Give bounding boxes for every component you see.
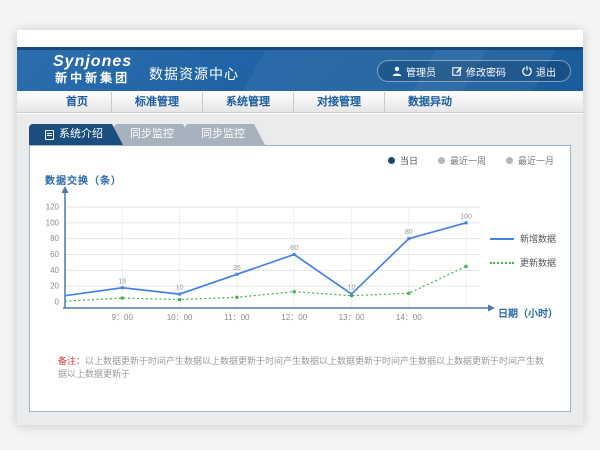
tab-bar: 系统介绍 同步监控 同步监控 [29, 124, 256, 145]
change-password-button[interactable]: 修改密码 [452, 64, 506, 79]
legend-line-solid [490, 238, 514, 240]
legend-item-new-data[interactable]: 新增数据 [490, 232, 556, 245]
range-option-label: 最近一月 [518, 154, 554, 167]
svg-text:80: 80 [405, 229, 413, 236]
svg-text:12：00: 12：00 [281, 313, 307, 322]
radio-icon [438, 157, 445, 164]
footnote: 备注：以上数据更新于时间产生数据以上数据更新于时间产生数据以上数据更新于时间产生… [58, 355, 550, 381]
current-user-button[interactable]: 管理员 [392, 64, 436, 79]
legend-label: 新增数据 [520, 232, 556, 245]
nav-item-integration[interactable]: 对接管理 [293, 92, 384, 112]
brand-logo-subtext: 新中新集团 [53, 71, 132, 86]
legend-line-dotted [490, 262, 514, 264]
svg-text:120: 120 [46, 203, 60, 212]
range-option-today[interactable]: 当日 [388, 154, 418, 167]
svg-text:100: 100 [460, 213, 472, 220]
content-area: 系统介绍 同步监控 同步监控 当日 最近一周 [17, 114, 583, 425]
main-nav: 首页 标准管理 系统管理 对接管理 数据异动 [17, 91, 583, 113]
y-axis-title: 数据交换（条） [45, 172, 122, 187]
edit-icon [452, 66, 462, 76]
change-password-label: 修改密码 [466, 64, 506, 79]
svg-text:40: 40 [50, 266, 59, 275]
footnote-text: 以上数据更新于时间产生数据以上数据更新于时间产生数据以上数据更新于时间产生数据以… [58, 356, 544, 379]
tab-system-intro[interactable]: 系统介绍 [29, 124, 123, 145]
app-header: Synjones 新中新集团 数据资源中心 管理员 修改密码 退出 [17, 47, 583, 91]
nav-item-system[interactable]: 系统管理 [202, 92, 293, 112]
user-toolbar: 管理员 修改密码 退出 [377, 60, 571, 82]
user-icon [392, 66, 402, 76]
svg-text:14：00: 14：00 [396, 313, 422, 322]
brand-logo: Synjones 新中新集团 [53, 53, 132, 86]
app-window: Synjones 新中新集团 数据资源中心 管理员 修改密码 退出 [17, 30, 583, 425]
svg-text:60: 60 [50, 250, 59, 259]
svg-text:10: 10 [176, 285, 184, 292]
logout-label: 退出 [536, 64, 556, 79]
legend-label: 更新数据 [520, 256, 556, 269]
range-option-last-week[interactable]: 最近一周 [438, 154, 486, 167]
tab-sync-monitor-2[interactable]: 同步监控 [185, 124, 265, 145]
nav-item-home[interactable]: 首页 [43, 92, 111, 112]
svg-text:18: 18 [118, 278, 126, 285]
page-title: 数据资源中心 [149, 64, 239, 84]
svg-text:9：00: 9：00 [112, 313, 134, 322]
svg-text:13：00: 13：00 [339, 313, 365, 322]
current-user-label: 管理员 [406, 64, 436, 79]
footnote-prefix: 备注： [58, 356, 85, 366]
tab-sync-monitor-1[interactable]: 同步监控 [114, 124, 194, 145]
nav-item-standards[interactable]: 标准管理 [111, 92, 202, 112]
radio-icon [506, 157, 513, 164]
svg-text:10: 10 [348, 285, 356, 292]
svg-text:0: 0 [55, 298, 60, 307]
svg-text:10：00: 10：00 [167, 313, 193, 322]
tab-label: 同步监控 [201, 124, 245, 145]
svg-text:35: 35 [233, 265, 241, 272]
tab-label: 同步监控 [130, 124, 174, 145]
time-range-selector: 当日 最近一周 最近一月 [388, 154, 554, 167]
tab-label: 系统介绍 [59, 124, 103, 145]
range-option-last-month[interactable]: 最近一月 [506, 154, 554, 167]
document-icon [45, 130, 54, 140]
power-icon [522, 66, 532, 76]
svg-text:20: 20 [50, 282, 59, 291]
brand-logo-text: Synjones [53, 53, 132, 71]
radio-icon [388, 157, 395, 164]
svg-text:60: 60 [290, 245, 298, 252]
chart-legend: 新增数据 更新数据 [490, 232, 556, 269]
svg-text:11：00: 11：00 [224, 313, 250, 322]
svg-text:100: 100 [46, 218, 60, 227]
nav-item-data-changes[interactable]: 数据异动 [384, 92, 475, 112]
legend-item-update-data[interactable]: 更新数据 [490, 256, 556, 269]
svg-text:80: 80 [50, 234, 59, 243]
chart-panel: 当日 最近一周 最近一月 数据交换（条） 0 20 40 60 80 100 120 9：00… [29, 145, 571, 412]
range-option-label: 最近一周 [450, 154, 486, 167]
svg-text:日期（小时）: 日期（小时） [498, 307, 558, 320]
range-option-label: 当日 [400, 154, 418, 167]
logout-button[interactable]: 退出 [522, 64, 556, 79]
